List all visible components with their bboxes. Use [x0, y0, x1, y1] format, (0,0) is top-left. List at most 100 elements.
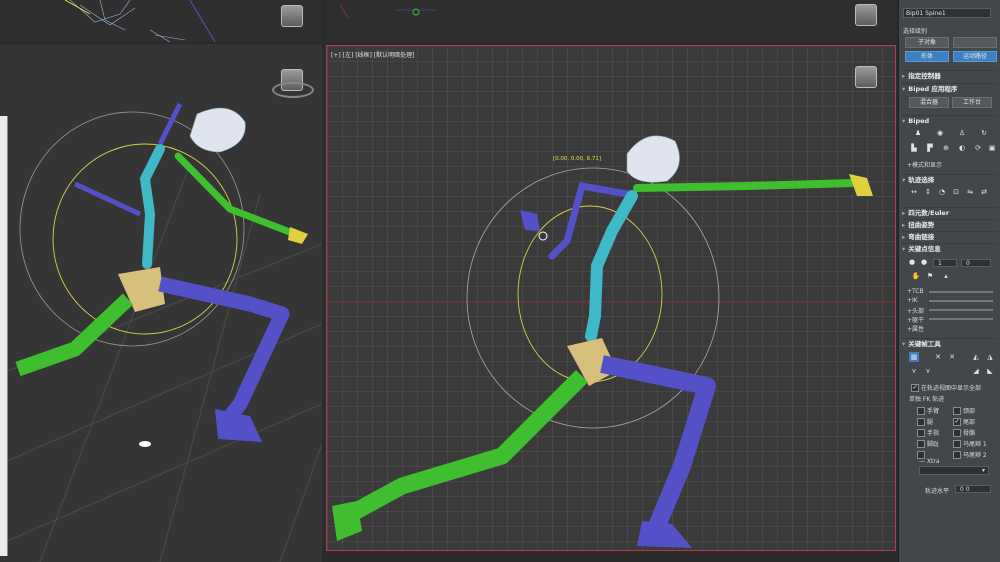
leg-back: [600, 355, 716, 530]
fk-checkbox-neck[interactable]: [953, 407, 961, 415]
anchor-hand-icon[interactable]: ◣: [985, 366, 995, 376]
twist-pose-rollout[interactable]: ▸ 扭曲姿势: [902, 219, 998, 230]
paste-opposite-icon[interactable]: ⟳: [973, 143, 983, 153]
mirror-icon[interactable]: ◭: [971, 352, 981, 362]
leg-front: [15, 293, 134, 377]
tcb-slider: [929, 291, 993, 293]
spine: [139, 144, 165, 269]
anchor-right-icon[interactable]: ⋎: [923, 366, 933, 376]
next-key-icon[interactable]: ●: [919, 257, 929, 267]
anchor-level-spinner[interactable]: 0 0: [955, 485, 991, 493]
fk-label: 颈部: [963, 408, 976, 415]
set-sliding-icon[interactable]: ▴: [941, 271, 951, 281]
viewport-left-active[interactable]: [+] [左] [线框] [默认明暗处理] [0.00, 0.00, 6.71]: [326, 45, 896, 551]
coordinate-readout: [0.00, 0.00, 6.71]: [553, 156, 602, 162]
paste-posture-icon[interactable]: ◐: [957, 143, 967, 153]
perspective-biped-svg: [0, 102, 322, 562]
bend-links-rollout[interactable]: ▸ 弯曲链接: [902, 231, 998, 242]
save-file-icon[interactable]: ▛: [925, 143, 935, 153]
separate-fk-label: 单独 FK 轨迹: [909, 396, 945, 403]
arm-front: [633, 179, 856, 192]
chevron-down-icon: ▾: [982, 467, 986, 474]
fk-label: 尾部: [963, 419, 976, 426]
symmetrical-icon[interactable]: ⇋: [965, 187, 975, 197]
key-number-spinner[interactable]: 1: [933, 259, 957, 267]
fk-checkbox-tail[interactable]: ✓: [953, 418, 961, 426]
fk-checkbox-fingers[interactable]: [917, 429, 925, 437]
top-left-wireframe: [64, 0, 216, 42]
opposite-icon[interactable]: ⇄: [979, 187, 989, 197]
figure-mode-icon[interactable]: ♟: [913, 128, 923, 138]
sub-object-button-2[interactable]: [953, 37, 997, 48]
command-panel: Bip01 Spine1 选择级别 子对象 形体 运动路径 ▸ 指定控制器 ▾ Bi…: [898, 0, 1000, 562]
lock-cob-icon[interactable]: ⊡: [951, 187, 961, 197]
fk-checkbox-toes[interactable]: [917, 440, 925, 448]
body-vertical-icon[interactable]: ↕: [923, 187, 933, 197]
anchor-foot-icon[interactable]: ◢: [971, 366, 981, 376]
set-parents-icon[interactable]: ◮: [985, 352, 995, 362]
fk-checkbox-arms[interactable]: [917, 407, 925, 415]
ik-item[interactable]: +IK: [907, 297, 918, 304]
load-file-icon[interactable]: ▙: [909, 143, 919, 153]
navcube-icon[interactable]: [281, 5, 303, 27]
symmetry-icon[interactable]: ▣: [987, 143, 997, 153]
fk-checkbox-legs[interactable]: [917, 418, 925, 426]
assign-controller-rollout[interactable]: ▸ 指定控制器: [902, 70, 998, 81]
ik-slider: [929, 300, 993, 302]
fk-label: 马尾辫 1: [963, 441, 987, 448]
show-all-checkbox[interactable]: ✓: [911, 384, 919, 392]
body-rotation-icon[interactable]: ◔: [937, 187, 947, 197]
motion-flow-icon[interactable]: ♙: [957, 128, 967, 138]
fk-checkbox-ponytail1[interactable]: [953, 440, 961, 448]
fk-label: 手指: [927, 430, 940, 437]
viewport-top-right[interactable]: [326, 0, 896, 42]
fk-label: 脚趾: [927, 441, 940, 448]
fk-label: 马尾辫 2: [963, 452, 987, 459]
clear-selected-icon[interactable]: ✕: [947, 352, 957, 362]
keyframe-button[interactable]: 运动路径: [953, 51, 997, 62]
object-name-field[interactable]: Bip01 Spine1: [903, 8, 991, 18]
keyframe-tools-rollout[interactable]: ▾ 关键帧工具: [902, 338, 998, 349]
body-item[interactable]: +躯干: [907, 315, 924, 324]
anchor-left-icon[interactable]: ⋎: [909, 366, 919, 376]
workbench-button[interactable]: 工作台: [952, 97, 992, 108]
navcube-icon[interactable]: [855, 4, 877, 26]
set-key-icon[interactable]: ✋: [911, 271, 921, 281]
key-time-spinner[interactable]: 0: [961, 259, 991, 267]
quaternion-euler-rollout[interactable]: ▸ 四元数/Euler: [902, 207, 998, 218]
head-item[interactable]: +头部: [907, 306, 924, 315]
leg-back: [158, 276, 290, 424]
biped-apps-rollout[interactable]: ▾ Biped 应用程序: [902, 83, 998, 94]
navcube-ring-icon[interactable]: [272, 82, 314, 98]
track-selection-rollout[interactable]: ▾ 轨迹选择: [902, 174, 998, 185]
xtra-dropdown[interactable]: ▾: [919, 466, 989, 475]
mixer-button[interactable]: 混合器: [909, 97, 949, 108]
fk-checkbox-ponytail2[interactable]: [953, 451, 961, 459]
head: [189, 107, 246, 153]
fk-label: 手臂: [927, 408, 940, 415]
enable-subanims-icon[interactable]: ▦: [909, 352, 919, 362]
footstep-mode-icon[interactable]: ◉: [935, 128, 945, 138]
mode-display-label[interactable]: +模式和显示: [907, 160, 942, 169]
anchor-level-label: 轨迹水平: [925, 488, 950, 495]
set-planted-icon[interactable]: ⚑: [925, 271, 935, 281]
biped-rollout[interactable]: ▾ Biped: [902, 115, 998, 126]
body-button[interactable]: 形体: [905, 51, 949, 62]
mixer-mode-icon[interactable]: ↻: [979, 128, 989, 138]
top-right-markers: [339, 4, 436, 19]
props-item[interactable]: +属性: [907, 324, 924, 333]
copy-posture-icon[interactable]: ⊕: [941, 143, 951, 153]
viewport-perspective[interactable]: [0, 44, 322, 562]
tcb-item[interactable]: +TCB: [907, 288, 924, 295]
manipulate-subanims-icon[interactable]: ✕: [933, 352, 943, 362]
selection-level-label: 选择级别: [903, 28, 928, 35]
key-info-rollout[interactable]: ▾ 关键点信息: [902, 243, 998, 254]
leg-front: [342, 369, 589, 524]
sub-object-button[interactable]: 子对象: [905, 37, 949, 48]
body-slider: [929, 318, 993, 320]
show-all-label: 在轨迹视图中显示全部: [921, 385, 982, 392]
viewport-top-left[interactable]: [0, 0, 322, 42]
body-horizontal-icon[interactable]: ↔: [909, 187, 919, 197]
prev-key-icon[interactable]: ●: [907, 257, 917, 267]
fk-checkbox-spine[interactable]: [953, 429, 961, 437]
